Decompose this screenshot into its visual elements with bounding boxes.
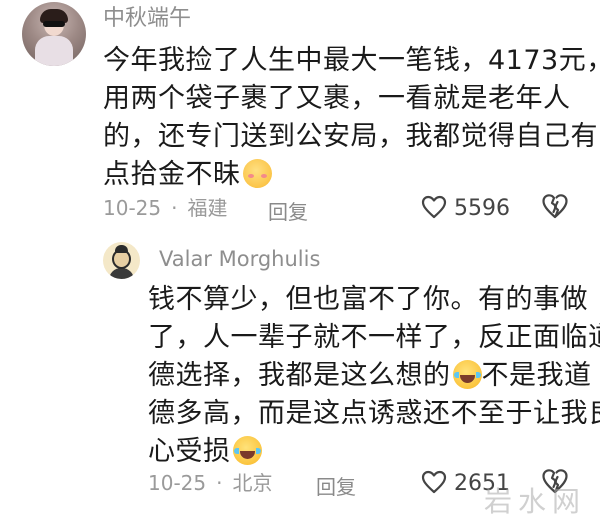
shy-face-emoji-icon xyxy=(242,159,272,188)
separator: · xyxy=(171,196,178,220)
comment-location: 福建 xyxy=(187,196,228,220)
comment-text: 钱不算少，但也富不了你。有的事做 了，人一辈子就不一样了，反正面临道 德选择，我… xyxy=(148,281,600,471)
comment-line: 了，人一辈子就不一样了，反正面临道 xyxy=(148,322,600,353)
username[interactable]: Valar Morghulis xyxy=(159,246,320,272)
tears-of-joy-emoji-icon xyxy=(232,436,262,465)
avatar[interactable] xyxy=(103,242,140,279)
heart-icon xyxy=(421,195,447,219)
heart-icon xyxy=(421,470,447,494)
comment-date: 10-25 xyxy=(103,196,162,220)
comment-line: 今年我捡了人生中最大一笔钱，4173元， xyxy=(103,45,600,76)
comment-location: 北京 xyxy=(232,471,273,495)
like-count: 5596 xyxy=(454,196,510,221)
reply-button[interactable]: 回复 xyxy=(268,196,308,225)
comment-line: 德多高，而是这点诱惑还不至于让我良 xyxy=(148,398,600,429)
separator: · xyxy=(216,471,223,495)
like-button[interactable]: 5596 xyxy=(421,195,510,222)
broken-heart-icon xyxy=(542,194,568,219)
watermark: 岩水网 xyxy=(484,485,587,518)
comment-meta: 10-25 · 福建 xyxy=(103,196,227,220)
comment-line: 点拾金不昧 xyxy=(103,159,241,190)
tears-of-joy-emoji-icon xyxy=(452,360,482,389)
comment-text: 今年我捡了人生中最大一笔钱，4173元， 用两个袋子裹了又裹，一看就是老年人 的… xyxy=(103,42,600,194)
comment-line: 的，还专门送到公安局，我都觉得自己有 xyxy=(103,121,598,152)
reply-button[interactable]: 回复 xyxy=(316,471,356,500)
comment-line: 用两个袋子裹了又裹，一看就是老年人 xyxy=(103,83,571,114)
comment-line: 不是我道 xyxy=(481,360,592,391)
avatar[interactable] xyxy=(22,2,86,66)
dislike-button[interactable] xyxy=(541,193,569,223)
comment-meta: 10-25 · 北京 xyxy=(148,471,272,495)
comment-line: 钱不算少，但也富不了你。有的事做 xyxy=(148,284,588,315)
comment-date: 10-25 xyxy=(148,471,207,495)
username[interactable]: 中秋端午 xyxy=(103,6,191,32)
comment-line: 德选择，我都是这么想的 xyxy=(148,360,451,391)
comment-line: 心受损 xyxy=(148,436,231,467)
